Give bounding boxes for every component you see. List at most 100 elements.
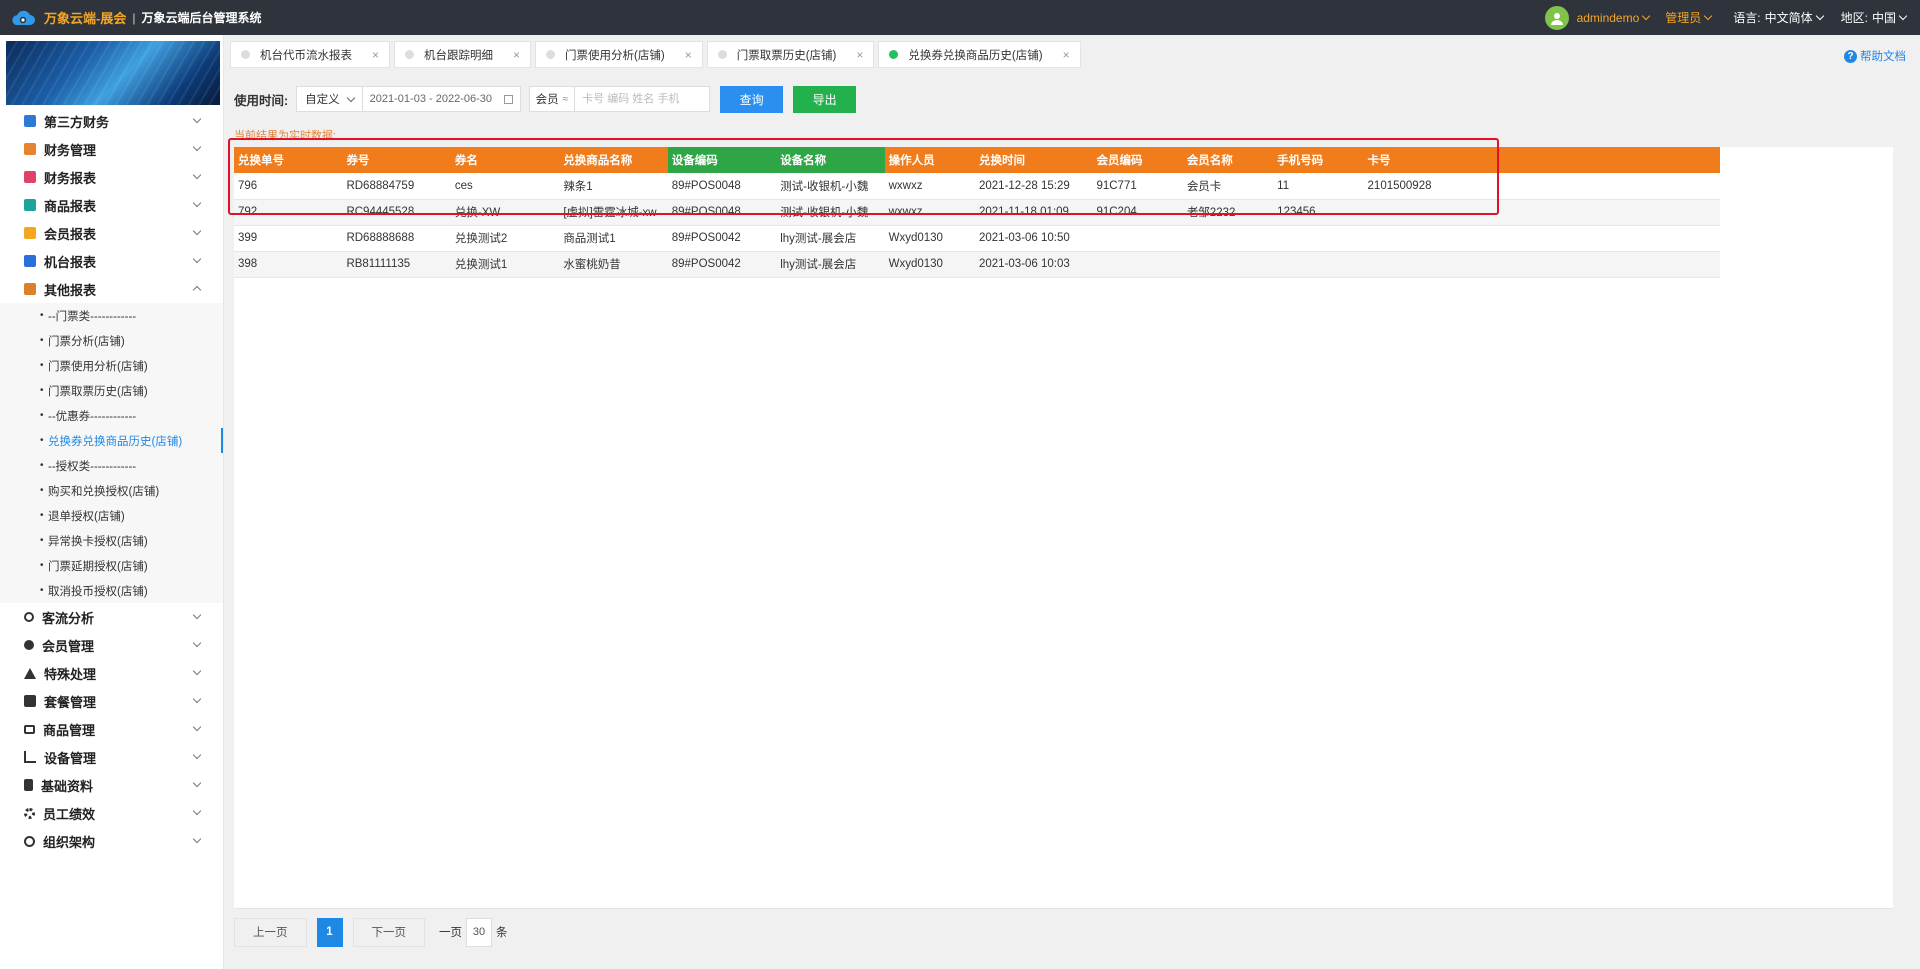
column-header[interactable]: 兑换商品名称 <box>559 147 668 173</box>
column-header[interactable]: 卡号 <box>1363 147 1720 173</box>
user-menu[interactable]: admindemo <box>1577 11 1651 25</box>
submenu-ticket-extension-auth[interactable]: 门票延期授权(店铺) <box>0 553 223 578</box>
member-type-value: 会员 <box>535 94 559 106</box>
sidebar-item-base-data[interactable]: 基础资料 <box>0 771 223 799</box>
sidebar-item-member-reports[interactable]: 会员报表 <box>0 219 223 247</box>
chevron-down-icon <box>192 806 202 816</box>
tab-ticket-usage-analysis[interactable]: 门票使用分析(店铺) × <box>535 41 703 68</box>
question-icon: ? <box>1844 49 1857 63</box>
submenu-ticket-pickup-history[interactable]: 门票取票历史(店铺) <box>0 378 223 403</box>
column-header[interactable]: 操作人员 <box>884 147 975 173</box>
table-cell: [虚拟]雷霆冰城-xw <box>559 199 668 226</box>
sidebar-item-label: 基础资料 <box>41 778 94 794</box>
brand-separator: | <box>132 10 136 25</box>
member-search-input[interactable] <box>575 86 711 112</box>
column-header[interactable]: 券号 <box>342 147 451 173</box>
chevron-down-icon <box>192 610 202 620</box>
close-icon[interactable]: × <box>372 48 379 62</box>
submenu-purchase-redeem-auth[interactable]: 购买和兑换授权(店铺) <box>0 478 223 503</box>
submenu-ticket-analysis[interactable]: 门票分析(店铺) <box>0 328 223 353</box>
chevron-down-icon <box>192 226 202 236</box>
user-avatar[interactable] <box>1544 5 1569 30</box>
sidebar-item-product-reports[interactable]: 商品报表 <box>0 191 223 219</box>
help-link[interactable]: ? 帮助文档 <box>1844 48 1906 64</box>
sidebar-item-traffic-analysis[interactable]: 客流分析 <box>0 603 223 631</box>
submenu-group-authorization: --授权类------------ <box>0 453 223 478</box>
sidebar-item-device-management[interactable]: 设备管理 <box>0 743 223 771</box>
page-size-input[interactable] <box>466 917 492 947</box>
column-header[interactable]: 设备编码 <box>667 147 777 173</box>
sidebar-item-package-management[interactable]: 套餐管理 <box>0 687 223 715</box>
range-type-select[interactable]: 自定义 <box>296 86 363 112</box>
table-row[interactable]: 792 RC94445528 兑换-XW [虚拟]雷霆冰城-xw 89#POS0… <box>234 199 1720 226</box>
logo[interactable]: 万象云端-展会 | 万象云端后台管理系统 <box>0 7 261 29</box>
role-menu[interactable]: 管理员 <box>1665 9 1713 26</box>
table-cell: 2101500928 <box>1363 173 1720 200</box>
chart-icon <box>24 199 36 211</box>
table-cell: 2021-11-18 01:09 <box>974 199 1093 226</box>
tab-ticket-pickup-history[interactable]: 门票取票历史(店铺) × <box>706 41 875 68</box>
table-cell: 91C204 <box>1092 199 1183 226</box>
submenu-ticket-usage-analysis[interactable]: 门票使用分析(店铺) <box>0 353 223 378</box>
column-header[interactable]: 兑换时间 <box>974 147 1093 173</box>
date-range-input[interactable]: 2021-01-03 - 2022-06-30 <box>362 86 521 112</box>
chevron-down-icon <box>1642 11 1651 20</box>
column-header[interactable]: 券名 <box>450 147 560 173</box>
tab-machine-tracking[interactable]: 机台跟踪明细 × <box>394 41 532 68</box>
sidebar-item-other-reports[interactable]: 其他报表 <box>0 275 223 303</box>
export-button[interactable]: 导出 <box>793 85 857 113</box>
table-row[interactable]: 399 RD68888688 兑换测试2 商品测试1 89#POS0042 lh… <box>234 225 1720 252</box>
sidebar-item-finance-reports[interactable]: 财务报表 <box>0 163 223 191</box>
column-header[interactable]: 设备名称 <box>776 147 885 173</box>
region-select[interactable]: 中国 <box>1872 9 1908 26</box>
submenu-refund-auth[interactable]: 退单授权(店铺) <box>0 503 223 528</box>
swap-icon <box>24 724 35 734</box>
close-icon[interactable]: × <box>685 48 692 62</box>
cloud-logo-icon <box>12 10 35 25</box>
query-button[interactable]: 查询 <box>720 85 784 113</box>
submenu-coupon-redeem-history[interactable]: 兑换券兑换商品历史(店铺) <box>0 428 223 453</box>
submenu-label: 门票分析(店铺) <box>48 335 125 348</box>
submenu-cancel-coin-auth[interactable]: 取消投币授权(店铺) <box>0 578 223 603</box>
sidebar-item-finance-management[interactable]: 财务管理 <box>0 135 223 163</box>
sidebar-item-third-party-finance[interactable]: 第三方财务 <box>0 107 223 135</box>
close-icon[interactable]: × <box>1063 48 1070 62</box>
chevron-down-icon <box>1704 11 1713 21</box>
sidebar-item-product-management[interactable]: 商品管理 <box>0 715 223 743</box>
column-header[interactable]: 会员名称 <box>1182 147 1274 173</box>
sidebar-item-label: 财务报表 <box>44 170 97 186</box>
table-cell: 兑换测试2 <box>450 225 560 252</box>
table-cell: wxwxz <box>884 199 975 226</box>
member-type-select[interactable]: 会员 ≈ <box>528 86 576 112</box>
column-header[interactable]: 会员编码 <box>1092 147 1183 173</box>
column-header[interactable]: 手机号码 <box>1273 147 1364 173</box>
close-icon[interactable]: × <box>856 48 863 62</box>
language-select[interactable]: 中文简体 <box>1765 9 1824 26</box>
table-row[interactable]: 398 RB81111135 兑换测试1 水蜜桃奶昔 89#POS0042 lh… <box>234 251 1720 278</box>
sidebar-item-staff-performance[interactable]: 员工绩效 <box>0 799 223 827</box>
current-page-button[interactable]: 1 <box>316 917 343 947</box>
table-cell <box>1363 251 1720 278</box>
next-page-button[interactable]: 下一页 <box>352 917 425 947</box>
column-header[interactable]: 兑换单号 <box>234 147 343 173</box>
page-tabs: 机台代币流水报表 × 机台跟踪明细 × 门票使用分析(店铺) × 门票取票历史(店铺)… <box>230 41 1085 69</box>
vertical-scrollbar[interactable] <box>1893 147 1905 909</box>
submenu-label: 购买和兑换授权(店铺) <box>48 485 160 498</box>
tab-machine-token-flow[interactable]: 机台代币流水报表 × <box>230 41 391 68</box>
tab-coupon-redeem-history[interactable]: 兑换券兑换商品历史(店铺) × <box>878 41 1081 68</box>
sidebar-item-special-handling[interactable]: 特殊处理 <box>0 659 223 687</box>
pagination: 上一页 1 下一页 一页 条 <box>234 917 508 947</box>
sidebar-item-organization[interactable]: 组织架构 <box>0 827 223 855</box>
table-row[interactable]: 796 RD68884759 ces 辣条1 89#POS0048 测试-收银机… <box>234 173 1720 200</box>
close-icon[interactable]: × <box>513 48 520 62</box>
machine-icon <box>24 255 36 267</box>
submenu-card-exchange-auth[interactable]: 异常换卡授权(店铺) <box>0 528 223 553</box>
table-cell: 辣条1 <box>559 173 668 200</box>
help-label: 帮助文档 <box>1860 51 1906 63</box>
filter-bar: 使用时间: 自定义 2021-01-03 - 2022-06-30 会员≈ 查询… <box>234 85 857 113</box>
table-cell <box>1363 199 1720 226</box>
tab-status-dot <box>405 50 415 59</box>
prev-page-button[interactable]: 上一页 <box>234 917 307 947</box>
sidebar-item-machine-reports[interactable]: 机台报表 <box>0 247 223 275</box>
sidebar-item-member-management[interactable]: 会员管理 <box>0 631 223 659</box>
